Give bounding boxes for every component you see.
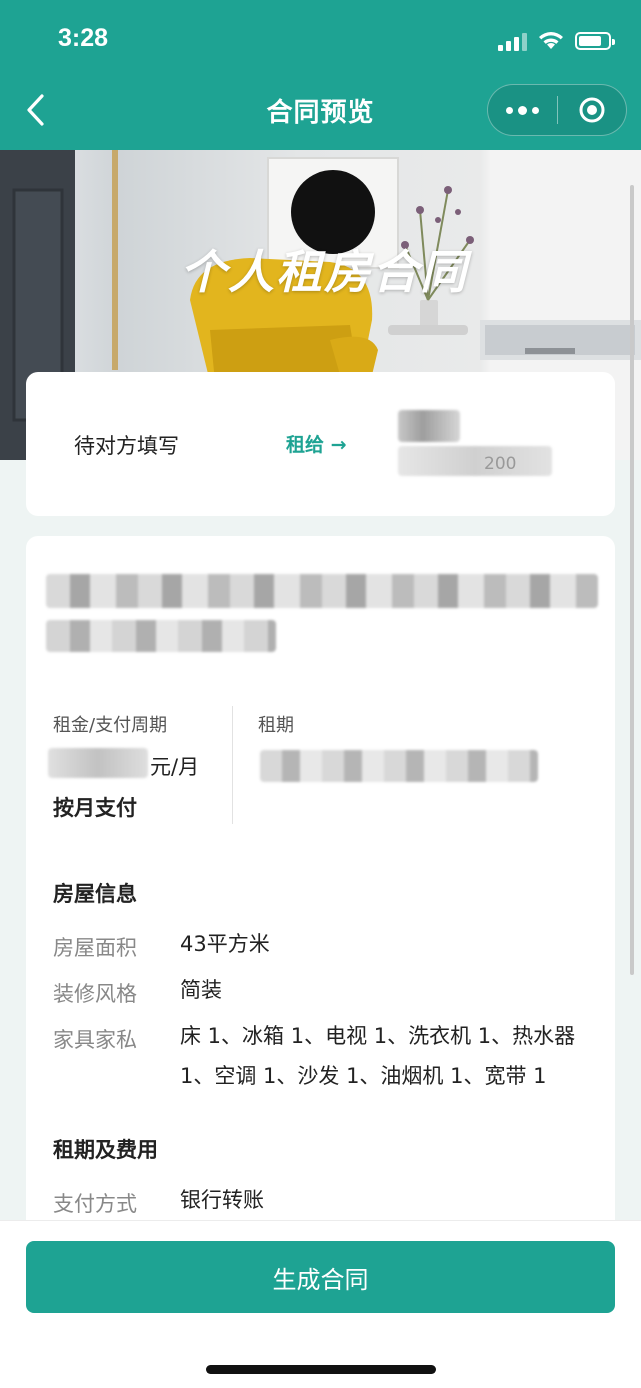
pending-status: 待对方填写 — [74, 434, 179, 458]
mini-program-capsule — [487, 84, 627, 136]
scrollbar[interactable] — [630, 185, 634, 975]
wifi-icon — [539, 32, 563, 49]
contract-detail-card: 租金/支付周期 元/月 按月支付 租期 房屋信息 房屋面积 43平方米 装修风格… — [26, 536, 615, 1256]
furniture-label: 家具家私 — [53, 1028, 137, 1052]
battery-icon — [575, 32, 615, 50]
redacted-address-line-2 — [46, 620, 276, 652]
redacted-rent-amount — [48, 748, 148, 778]
decoration-label: 装修风格 — [53, 982, 137, 1006]
decoration-value: 简装 — [180, 978, 222, 1002]
target-close-icon — [579, 97, 605, 123]
cellular-signal-icon — [498, 31, 527, 51]
redacted-address-line-1 — [46, 574, 598, 608]
bottom-action-bar: 生成合同 — [0, 1220, 641, 1388]
term-label: 租期 — [258, 715, 294, 736]
generate-contract-button[interactable]: 生成合同 — [26, 1241, 615, 1313]
top-bar: 3:28 合同预览 — [0, 0, 641, 150]
redacted-tenant-name — [398, 410, 460, 442]
lend-to-link[interactable]: 租给 → — [286, 430, 347, 457]
close-mini-program-button[interactable] — [558, 85, 626, 135]
column-divider — [232, 706, 233, 824]
more-menu-button[interactable] — [488, 85, 557, 135]
contract-type-title: 个人租房合同 — [180, 245, 468, 299]
home-indicator — [206, 1365, 436, 1374]
more-icon — [506, 106, 513, 114]
status-icons — [498, 28, 615, 54]
rent-label: 租金/支付周期 — [53, 715, 168, 736]
tenant-phone-partial: 200 — [484, 454, 517, 474]
house-area-label: 房屋面积 — [53, 936, 137, 960]
redacted-tenant-phone — [398, 446, 552, 476]
contract-status-card: 待对方填写 租给 → 200 — [26, 372, 615, 516]
rent-unit: 元/月 — [150, 755, 200, 779]
house-area-value: 43平方米 — [180, 932, 270, 956]
status-time: 3:28 — [58, 24, 109, 52]
furniture-value: 床 1、冰箱 1、电视 1、洗衣机 1、热水器 1、空调 1、沙发 1、油烟机 … — [180, 1024, 576, 1088]
pay-cycle: 按月支付 — [53, 796, 137, 820]
fees-title: 租期及费用 — [53, 1138, 158, 1162]
redacted-lease-term — [260, 750, 538, 782]
payment-method-value: 银行转账 — [180, 1188, 264, 1212]
payment-method-label: 支付方式 — [53, 1192, 137, 1216]
house-info-title: 房屋信息 — [53, 882, 137, 906]
